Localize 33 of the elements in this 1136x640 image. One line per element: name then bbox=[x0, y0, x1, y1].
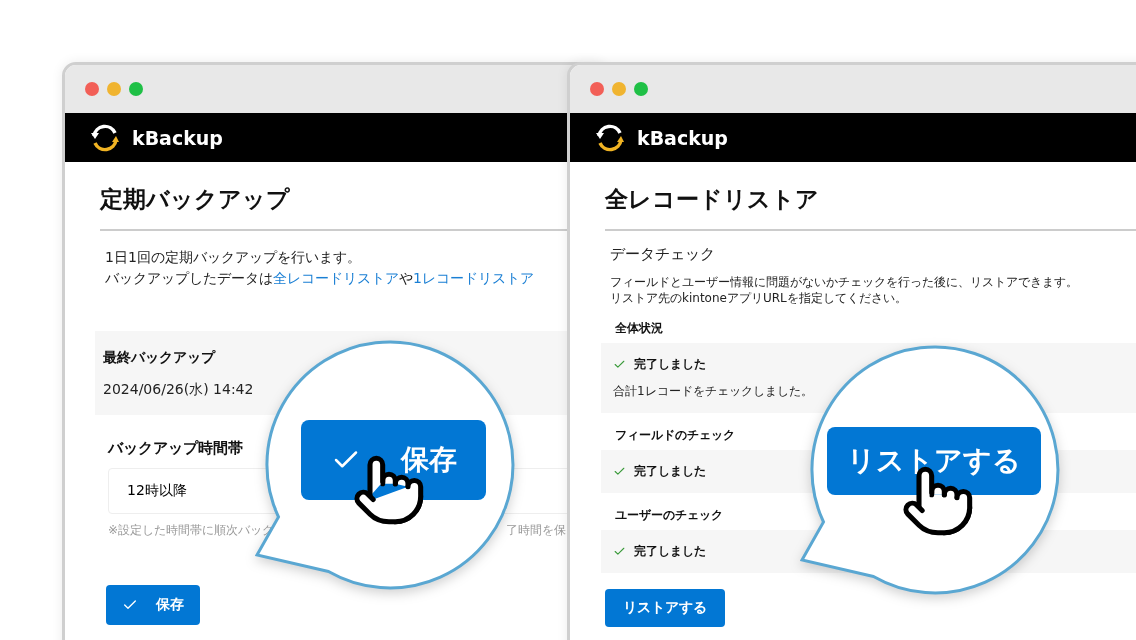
maximize-icon[interactable] bbox=[129, 82, 143, 96]
status-text: 完了しました bbox=[634, 463, 706, 480]
description: フィールドとユーザー情報に問題がないかチェックを行った後に、リストアできます。 リストア先のkintoneアプリURLを指定してください。 bbox=[610, 274, 1079, 306]
sync-logo-icon bbox=[90, 123, 120, 152]
sync-logo-icon bbox=[595, 123, 625, 152]
status-detail: 合計1レコードをチェックしました。 bbox=[613, 383, 814, 400]
check-icon bbox=[613, 465, 626, 478]
check-label: 全体状況 bbox=[615, 320, 664, 337]
zoomed-button[interactable]: リストアする bbox=[827, 427, 1041, 495]
zoomed-button[interactable]: 保存 bbox=[301, 420, 486, 500]
check-icon bbox=[613, 358, 626, 371]
minimize-icon[interactable] bbox=[612, 82, 626, 96]
minimize-icon[interactable] bbox=[107, 82, 121, 96]
close-icon[interactable] bbox=[85, 82, 99, 96]
hint-text: 了時間を保 bbox=[506, 522, 567, 539]
restore-button[interactable]: リストアする bbox=[605, 589, 725, 627]
section-title: データチェック bbox=[610, 245, 716, 264]
field-label: 最終バックアップ bbox=[103, 349, 217, 367]
link[interactable]: 全レコードリストア bbox=[273, 270, 399, 286]
app-name: kBackup bbox=[637, 126, 728, 149]
field-label: バックアップ時間帯 bbox=[108, 439, 244, 458]
status-text: 完了しました bbox=[634, 356, 706, 373]
close-icon[interactable] bbox=[590, 82, 604, 96]
save-button[interactable]: 保存 bbox=[106, 585, 200, 625]
check-label: ユーザーのチェック bbox=[615, 507, 724, 524]
check-label: フィールドのチェック bbox=[615, 427, 736, 444]
status-text: 完了しました bbox=[634, 543, 706, 560]
link[interactable]: 1レコードリストア bbox=[413, 270, 534, 286]
app-name: kBackup bbox=[132, 126, 223, 149]
field-value: 2024/06/26(水) 14:42 bbox=[103, 381, 255, 399]
page-title: 全レコードリストア bbox=[605, 184, 1136, 231]
maximize-icon[interactable] bbox=[634, 82, 648, 96]
check-icon bbox=[613, 545, 626, 558]
